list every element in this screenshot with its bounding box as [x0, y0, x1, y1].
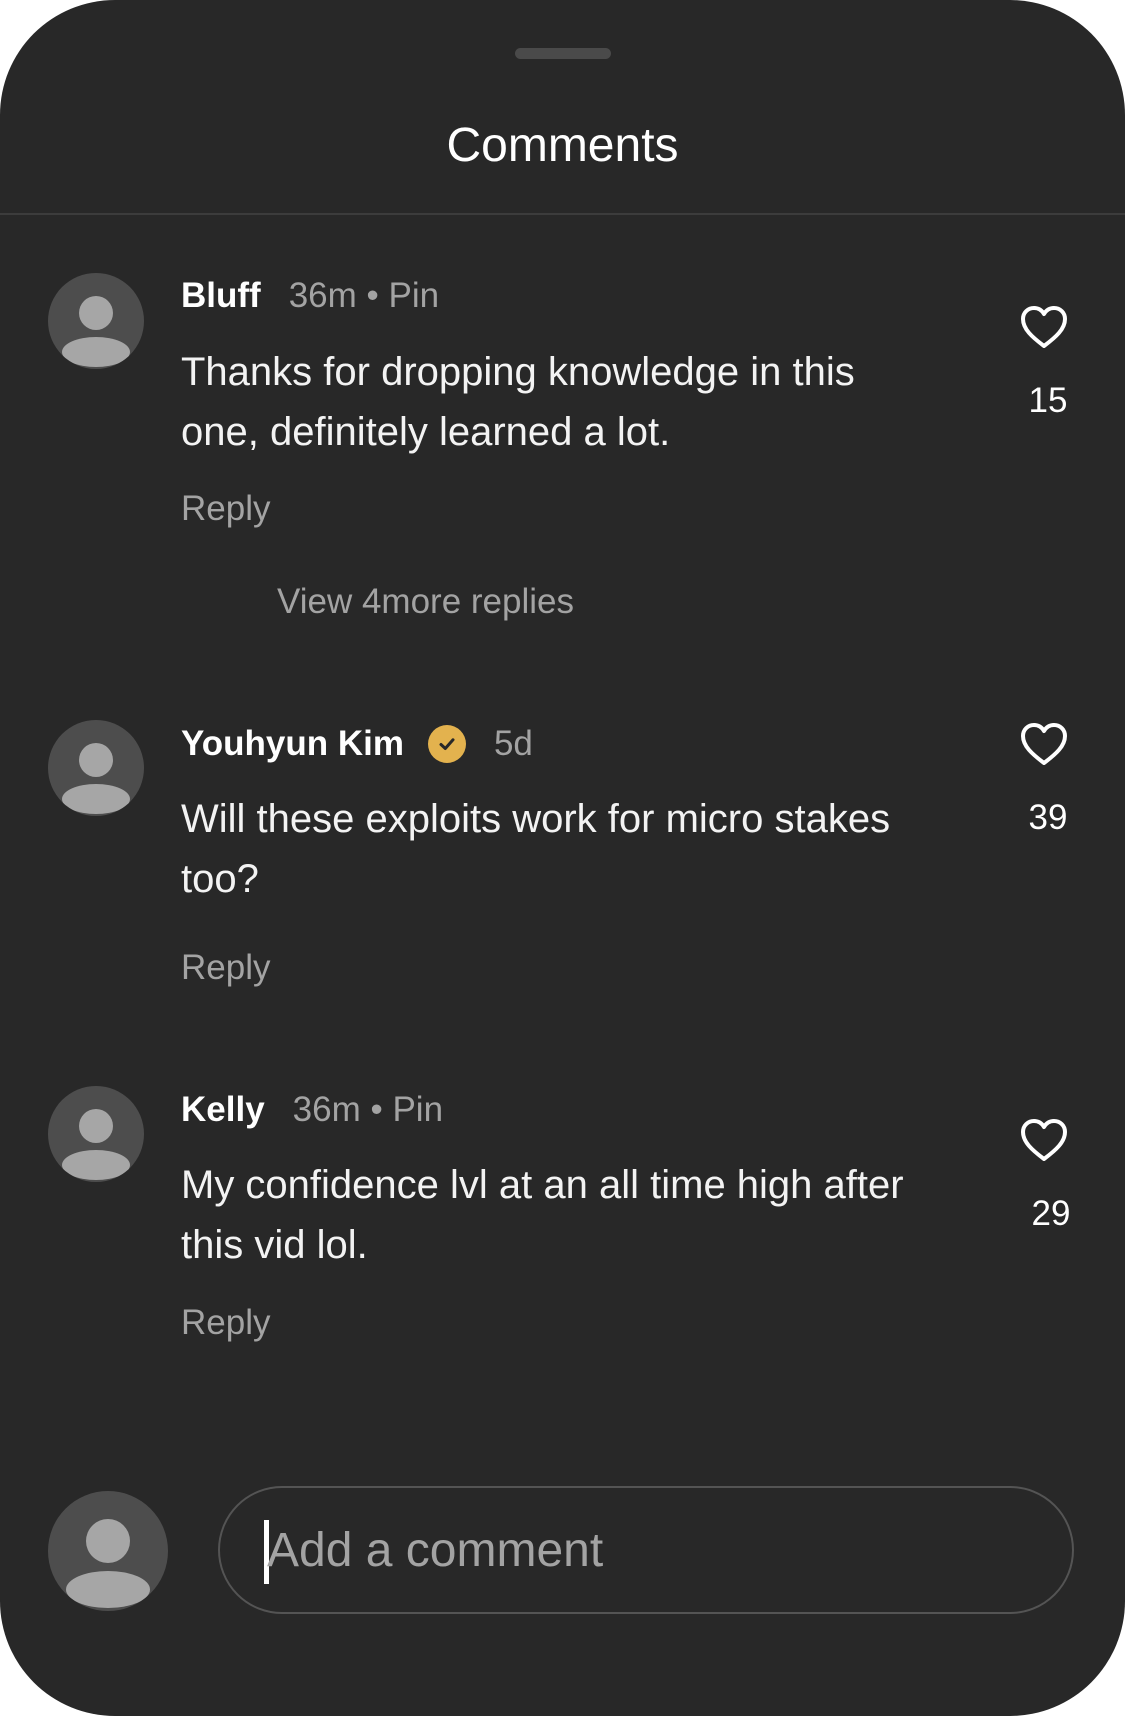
avatar[interactable] — [48, 720, 144, 816]
verified-check-icon — [427, 725, 466, 763]
add-comment-input[interactable] — [267, 1512, 1027, 1588]
comment-time: 5d — [493, 724, 533, 763]
header-divider — [0, 213, 1125, 215]
comment-author[interactable]: Bluff — [181, 276, 261, 316]
avatar-head — [79, 296, 113, 330]
comment-composer[interactable] — [218, 1486, 1074, 1614]
reply-button[interactable]: Reply — [181, 946, 270, 990]
avatar-head — [86, 1519, 130, 1563]
comment-time: 36m • Pin — [288, 276, 440, 315]
comment-author[interactable]: Kelly — [181, 1090, 265, 1130]
avatar-head — [79, 743, 113, 777]
comment-meta: Youhyun Kim 5d — [181, 722, 533, 766]
sheet-title: Comments — [446, 119, 679, 172]
drag-handle[interactable] — [515, 48, 611, 59]
comment-text: Thanks for dropping knowledge in this on… — [181, 350, 855, 454]
reply-button[interactable]: Reply — [181, 1301, 270, 1345]
heart-outline-icon[interactable] — [1019, 721, 1079, 771]
avatar-head — [79, 1109, 113, 1143]
avatar-body — [62, 337, 130, 367]
like-count: 39 — [1028, 798, 1068, 837]
comment-time: 36m • Pin — [292, 1090, 444, 1129]
avatar-body — [62, 1150, 130, 1180]
avatar-body — [62, 784, 130, 814]
heart-outline-icon[interactable] — [1019, 304, 1079, 354]
like-count: 29 — [1031, 1194, 1071, 1233]
comment-meta: Bluff 36m • Pin — [181, 274, 439, 318]
current-user-avatar[interactable] — [48, 1491, 168, 1611]
avatar[interactable] — [48, 1086, 144, 1182]
avatar[interactable] — [48, 273, 144, 369]
reply-button[interactable]: Reply — [181, 487, 270, 531]
comment-text: Will these exploits work for micro stake… — [181, 797, 891, 901]
heart-outline-icon[interactable] — [1019, 1117, 1079, 1167]
comment-meta: Kelly 36m • Pin — [181, 1088, 443, 1132]
avatar-body — [66, 1571, 150, 1608]
comment-text: My confidence lvl at an all time high af… — [181, 1163, 904, 1267]
comment-author[interactable]: Youhyun Kim — [181, 724, 404, 764]
like-count: 15 — [1028, 381, 1068, 420]
comments-sheet: Comments Bluff 36m • Pin Thanks for drop… — [0, 0, 1125, 1716]
view-more-replies-button[interactable]: View 4more replies — [277, 580, 574, 624]
